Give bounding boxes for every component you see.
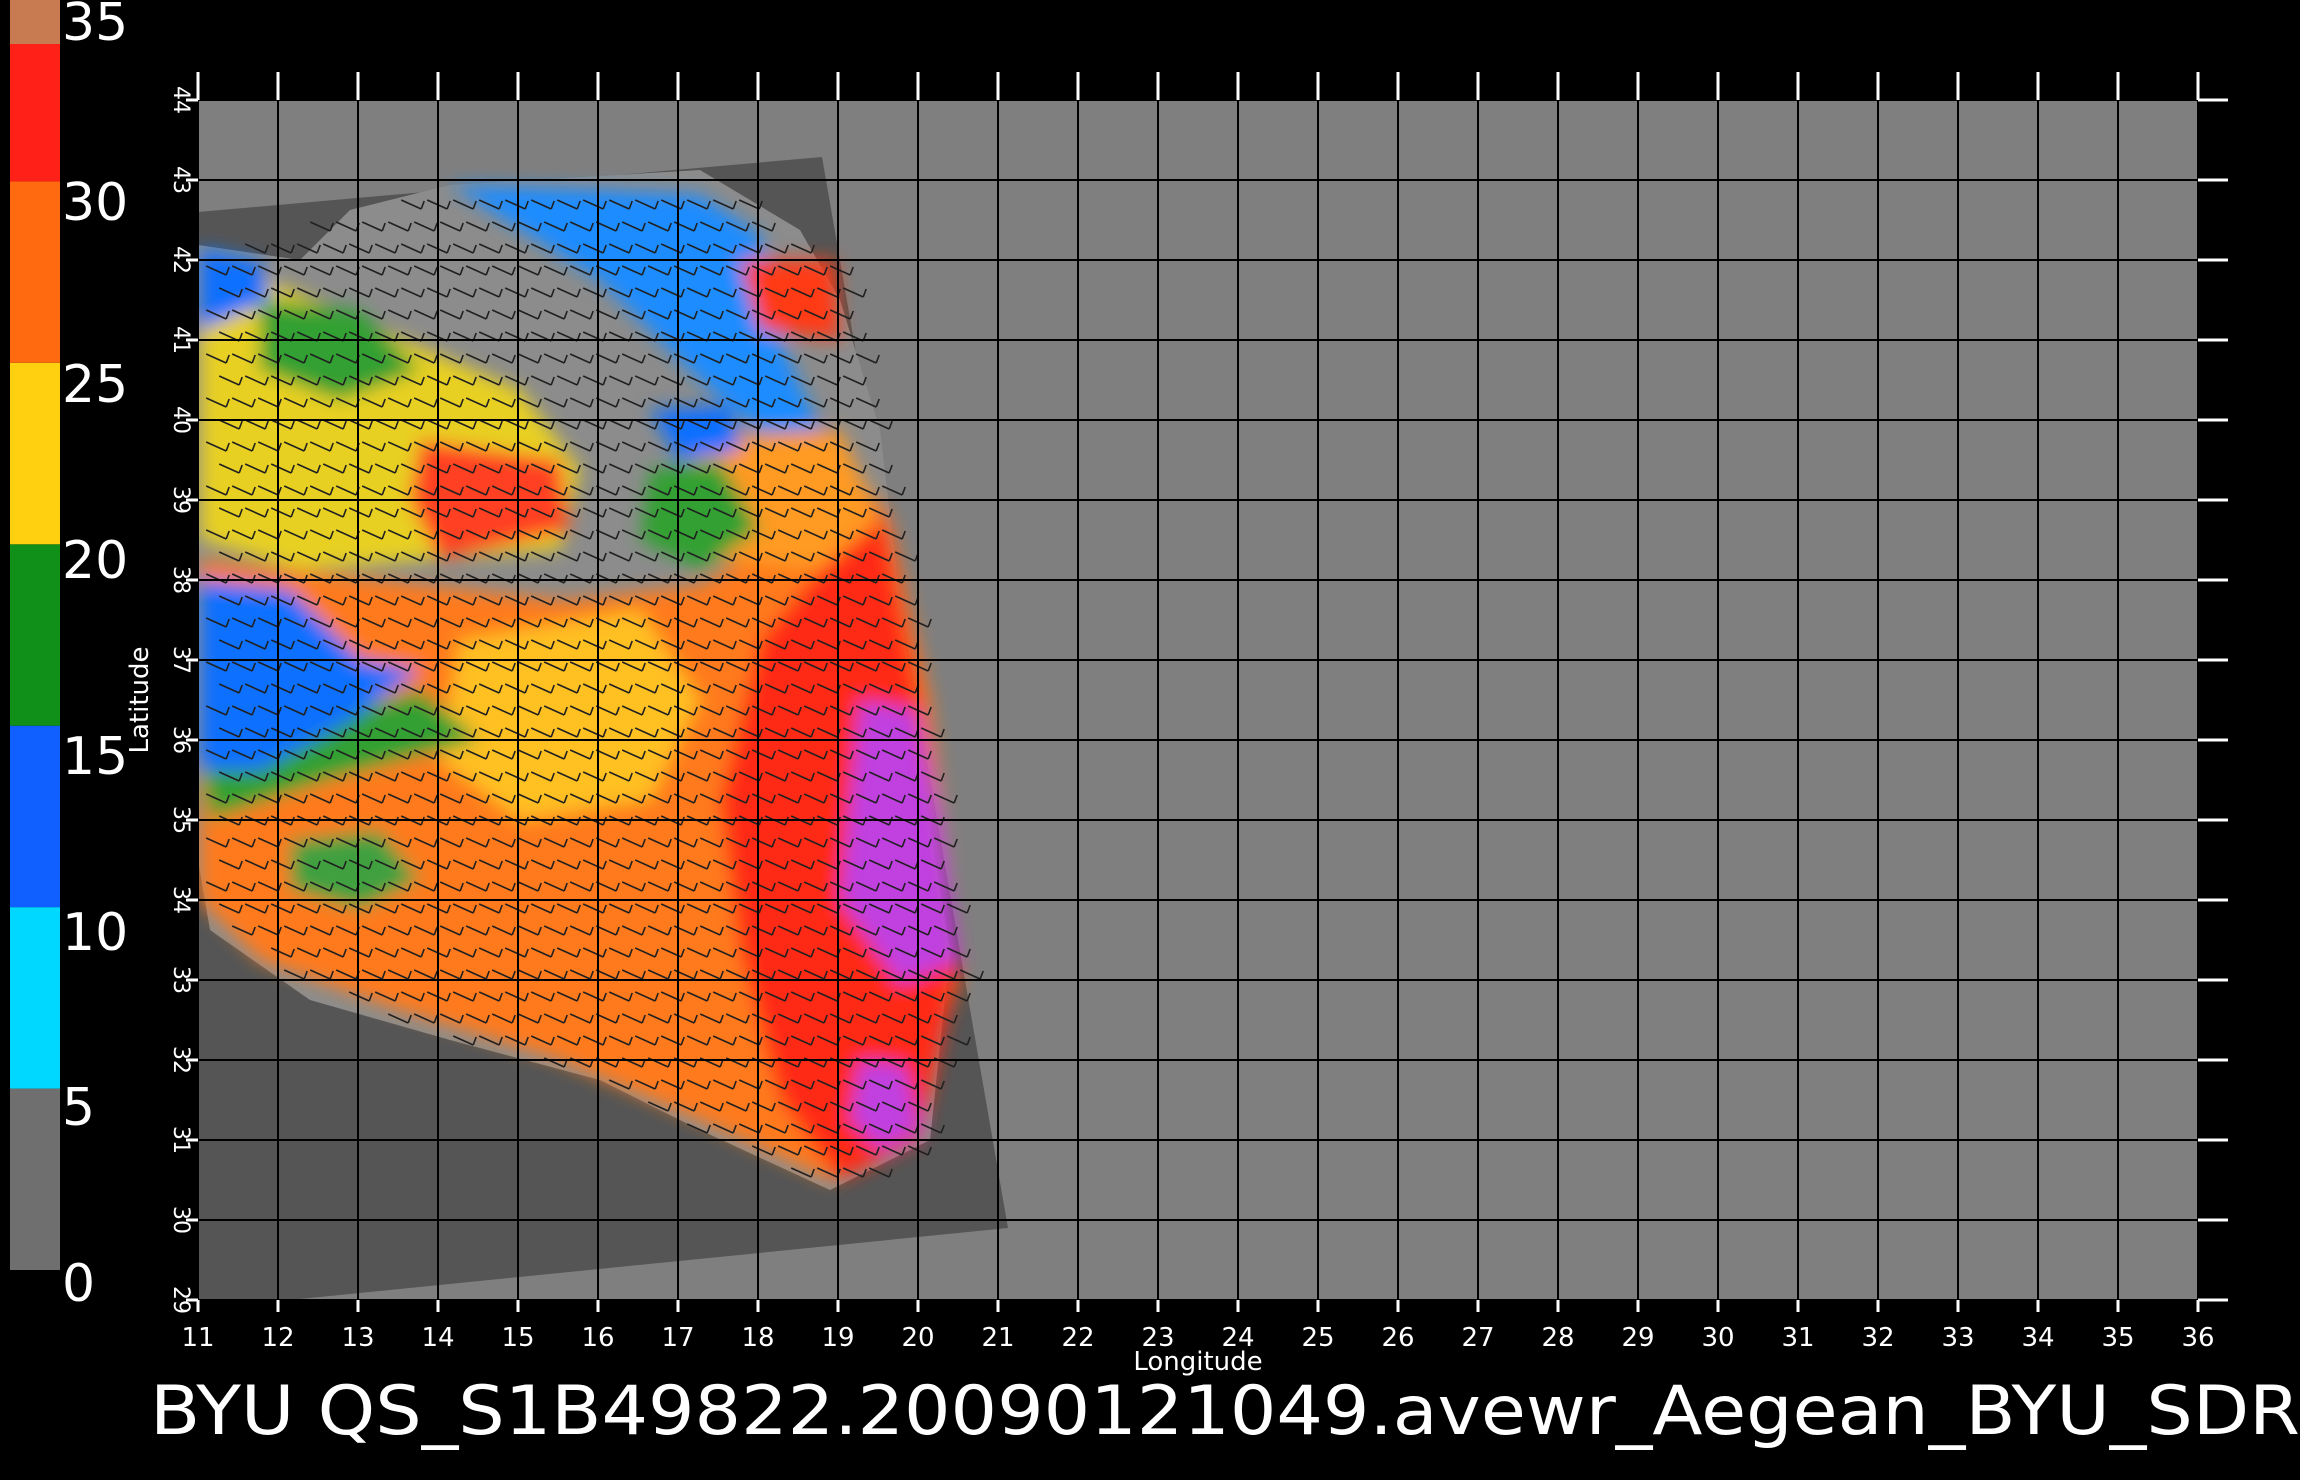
colorbar-segment-1 bbox=[10, 907, 60, 1089]
colorbar-segment-2 bbox=[10, 725, 60, 908]
colorbar-cap bbox=[10, 0, 60, 44]
colorbar-segment-3 bbox=[10, 544, 60, 726]
colorbar-tick-5: 5 bbox=[62, 1078, 95, 1138]
colorbar-tick-25: 25 bbox=[62, 355, 128, 415]
lat-tick-label: 44 bbox=[168, 86, 193, 114]
lat-tick-label: 39 bbox=[168, 486, 193, 514]
lon-tick-label: 15 bbox=[501, 1323, 534, 1353]
map-plot: 11 12 13 14 15 16 17 18 19 20 21 22 23 24 25 26 27 28 29 30… bbox=[125, 72, 2228, 1377]
lon-tick-label: 14 bbox=[421, 1323, 454, 1353]
lon-tick-label: 26 bbox=[1381, 1323, 1414, 1353]
lat-tick-label: 33 bbox=[168, 966, 193, 994]
colorbar-tick-0: 0 bbox=[62, 1254, 95, 1314]
lat-tick-label: 43 bbox=[168, 166, 193, 194]
lon-tick-label: 31 bbox=[1781, 1323, 1814, 1353]
lon-tick-label: 13 bbox=[341, 1323, 374, 1353]
colorbar-tick-20: 20 bbox=[62, 531, 128, 591]
colorbar-segment-0 bbox=[10, 1088, 60, 1270]
lon-tick-label: 16 bbox=[581, 1323, 614, 1353]
color-bar-segments bbox=[10, 0, 60, 1270]
colorbar-segment-5 bbox=[10, 181, 60, 363]
lat-tick-label: 34 bbox=[168, 886, 193, 914]
image-caption: BYU QS_S1B49822.20090121049.avewr_Aegean… bbox=[150, 1372, 2300, 1451]
lon-tick-label: 33 bbox=[1941, 1323, 1974, 1353]
lon-tick-label: 22 bbox=[1061, 1323, 1094, 1353]
lat-tick-label: 31 bbox=[168, 1126, 193, 1154]
lat-tick-label: 41 bbox=[168, 326, 193, 354]
lat-tick-label: 35 bbox=[168, 806, 193, 834]
colorbar-tick-10: 10 bbox=[62, 903, 128, 963]
color-bar-ticks: 0 5 10 15 20 25 30 35 bbox=[62, 0, 128, 1314]
lon-tick-label: 25 bbox=[1301, 1323, 1334, 1353]
lat-tick-label: 40 bbox=[168, 406, 193, 434]
wind-map-figure: 0 5 10 15 20 25 30 35 11 12 13 14 15 16 … bbox=[10, 0, 2300, 1451]
lon-tick-label: 20 bbox=[901, 1323, 934, 1353]
colorbar-tick-15: 15 bbox=[62, 727, 128, 787]
lat-tick-label: 36 bbox=[168, 726, 193, 754]
lat-tick-label: 37 bbox=[168, 646, 193, 674]
lat-tick-label: 42 bbox=[168, 246, 193, 274]
lat-tick-label: 38 bbox=[168, 566, 193, 594]
colorbar-segment-4 bbox=[10, 362, 60, 545]
colorbar-tick-30: 30 bbox=[62, 173, 128, 233]
colorbar-tick-35: 35 bbox=[62, 0, 128, 53]
lon-tick-label: 17 bbox=[661, 1323, 694, 1353]
lat-tick-label: 30 bbox=[168, 1206, 193, 1234]
lon-tick-label: 19 bbox=[821, 1323, 854, 1353]
lon-tick-label: 12 bbox=[261, 1323, 294, 1353]
lon-tick-label: 34 bbox=[2021, 1323, 2054, 1353]
lon-tick-label: 11 bbox=[181, 1323, 214, 1353]
lon-tick-label: 27 bbox=[1461, 1323, 1494, 1353]
lon-tick-label: 28 bbox=[1541, 1323, 1574, 1353]
lon-tick-label: 36 bbox=[2181, 1323, 2214, 1353]
lon-tick-label: 35 bbox=[2101, 1323, 2134, 1353]
lon-tick-label: 21 bbox=[981, 1323, 1014, 1353]
lon-tick-label: 32 bbox=[1861, 1323, 1894, 1353]
lon-tick-label: 18 bbox=[741, 1323, 774, 1353]
lon-tick-label: 29 bbox=[1621, 1323, 1654, 1353]
y-axis-label: Latitude bbox=[125, 646, 155, 753]
lat-tick-label: 29 bbox=[168, 1286, 193, 1314]
color-bar: 0 5 10 15 20 25 30 35 bbox=[10, 0, 128, 1314]
lon-tick-label: 30 bbox=[1701, 1323, 1734, 1353]
lat-tick-label: 32 bbox=[168, 1046, 193, 1074]
